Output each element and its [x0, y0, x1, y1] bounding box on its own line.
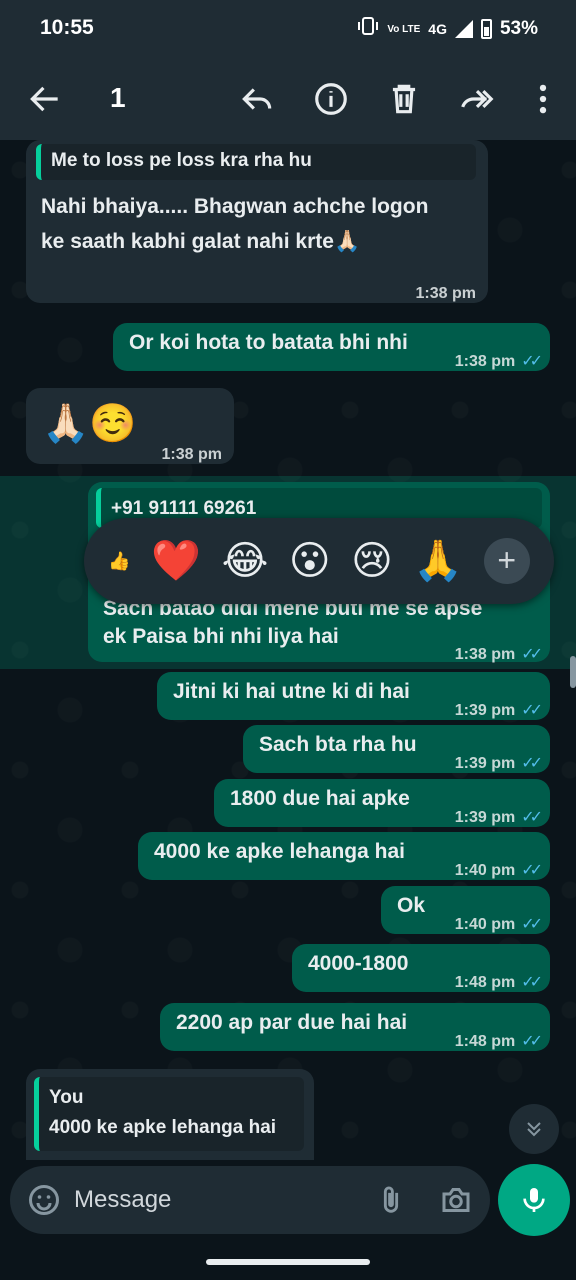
delete-icon[interactable] — [385, 80, 423, 118]
volte-icon: Vo LTE — [387, 23, 421, 35]
attach-icon[interactable] — [374, 1182, 408, 1218]
reaction-heart[interactable]: ❤️ — [151, 536, 201, 586]
message-time: 1:39 pm — [454, 809, 516, 826]
message-meta: 1:39 pm ✓✓ — [454, 747, 543, 781]
message-time: 1:40 pm — [454, 862, 516, 879]
message-text: ek Paisa bhi nhi liya hai — [103, 625, 339, 648]
message-composer — [10, 1166, 490, 1234]
message-bubble-incoming[interactable]: Me to loss pe loss kra rha hu Nahi bhaiy… — [26, 140, 488, 303]
reaction-thumbs-up[interactable]: 👍 — [108, 536, 130, 586]
read-ticks-icon: ✓✓ — [521, 702, 543, 719]
message-bubble-outgoing[interactable]: Sach bta rha hu 1:39 pm ✓✓ — [243, 725, 550, 773]
more-vert-icon[interactable] — [524, 80, 562, 118]
gesture-nav-bar[interactable] — [206, 1259, 370, 1265]
vibrate-icon — [357, 16, 379, 42]
quoted-message[interactable]: Me to loss pe loss kra rha hu — [36, 144, 476, 180]
message-meta: 1:48 pm ✓✓ — [454, 1025, 543, 1059]
message-time: 1:48 pm — [454, 1033, 516, 1050]
read-ticks-icon: ✓✓ — [521, 755, 543, 772]
message-time: 1:39 pm — [454, 702, 516, 719]
message-text: Jitni ki hai utne ki di hai — [173, 680, 410, 703]
reply-preview-sender: You — [49, 1087, 84, 1108]
message-meta: 1:38 pm ✓✓ — [454, 345, 543, 379]
reaction-folded-hands[interactable]: 🙏 — [413, 536, 463, 586]
message-text: Sach bta rha hu — [259, 733, 417, 756]
message-text: 1800 due hai apke — [230, 787, 410, 810]
read-ticks-icon: ✓✓ — [521, 646, 543, 663]
message-text: Nahi bhaiya..... Bhagwan achche logon — [41, 195, 429, 218]
reaction-more-button[interactable]: + — [483, 538, 530, 584]
message-meta: 1:40 pm ✓✓ — [454, 854, 543, 888]
message-text: 4000 ke apke lehanga hai — [154, 840, 405, 863]
selection-toolbar: 1 — [0, 58, 576, 140]
message-text: 2200 ap par due hai hai — [176, 1011, 408, 1034]
read-ticks-icon: ✓✓ — [521, 353, 543, 370]
scrollbar-thumb[interactable] — [570, 656, 576, 688]
message-input[interactable] — [74, 1180, 354, 1220]
message-meta: 1:39 pm ✓✓ — [454, 801, 543, 835]
message-time: 1:38 pm — [454, 646, 516, 663]
network-type: 4G — [428, 21, 447, 37]
status-time: 10:55 — [40, 16, 94, 39]
reply-preview[interactable]: You 4000 ke apke lehanga hai — [26, 1069, 314, 1160]
status-icons: Vo LTE 4G 53% — [357, 16, 538, 42]
message-meta: 1:38 pm ✓✓ — [454, 638, 543, 672]
message-bubble-outgoing[interactable]: 4000-1800 1:48 pm ✓✓ — [292, 944, 550, 992]
info-icon[interactable] — [312, 80, 350, 118]
message-text: 4000-1800 — [308, 952, 409, 975]
scroll-down-icon[interactable] — [509, 1104, 559, 1154]
message-text: ke saath kabhi galat nahi krte🙏🏻 — [41, 230, 361, 253]
mic-icon[interactable] — [498, 1164, 570, 1236]
message-bubble-outgoing[interactable]: 1800 due hai apke 1:39 pm ✓✓ — [214, 779, 550, 827]
message-time: 1:38 pm — [454, 353, 516, 370]
message-bubble-incoming[interactable]: 🙏🏻☺️ 1:38 pm — [26, 388, 234, 464]
message-time: 1:38 pm — [161, 446, 222, 463]
message-bubble-outgoing[interactable]: 2200 ap par due hai hai 1:48 pm ✓✓ — [160, 1003, 550, 1051]
message-bubble-outgoing[interactable]: Jitni ki hai utne ki di hai 1:39 pm ✓✓ — [157, 672, 550, 720]
message-meta: 1:40 pm ✓✓ — [454, 908, 543, 942]
back-arrow-icon[interactable] — [26, 80, 64, 118]
read-ticks-icon: ✓✓ — [521, 862, 543, 879]
message-meta: 1:39 pm ✓✓ — [454, 694, 543, 728]
read-ticks-icon: ✓✓ — [521, 1033, 543, 1050]
forward-icon[interactable] — [458, 80, 496, 118]
read-ticks-icon: ✓✓ — [521, 809, 543, 826]
reply-icon[interactable] — [238, 80, 276, 118]
message-time: 1:38 pm — [415, 285, 476, 302]
battery-percent: 53% — [499, 18, 538, 39]
selected-count: 1 — [110, 82, 126, 113]
status-bar: 10:55 Vo LTE 4G 53% — [0, 0, 576, 58]
message-text: Or koi hota to batata bhi nhi — [129, 331, 408, 354]
message-text: 🙏🏻☺️ — [42, 403, 137, 445]
reaction-surprised[interactable]: 😮 — [289, 536, 331, 586]
signal-icon — [454, 20, 473, 38]
message-bubble-outgoing[interactable]: Ok 1:40 pm ✓✓ — [381, 886, 550, 934]
read-ticks-icon: ✓✓ — [521, 916, 543, 933]
reply-preview-text: 4000 ke apke lehanga hai — [49, 1117, 277, 1138]
reaction-laughing[interactable]: 😂 — [222, 536, 269, 586]
chat-area[interactable]: Me to loss pe loss kra rha hu Nahi bhaiy… — [0, 140, 576, 1160]
emoji-icon[interactable] — [26, 1182, 62, 1218]
read-ticks-icon: ✓✓ — [521, 974, 543, 991]
reaction-picker: 👍 ❤️ 😂 😮 😢 🙏 + — [84, 518, 554, 604]
message-bubble-outgoing[interactable]: 4000 ke apke lehanga hai 1:40 pm ✓✓ — [138, 832, 550, 880]
message-time: 1:39 pm — [454, 755, 516, 772]
camera-icon[interactable] — [438, 1182, 474, 1218]
message-meta: 1:48 pm ✓✓ — [454, 966, 543, 1000]
battery-icon — [480, 19, 492, 39]
message-time: 1:48 pm — [454, 974, 516, 991]
message-text: Ok — [397, 894, 426, 917]
reply-preview-quote: You 4000 ke apke lehanga hai — [34, 1077, 304, 1151]
message-bubble-outgoing[interactable]: Or koi hota to batata bhi nhi 1:38 pm ✓✓ — [113, 323, 550, 371]
reaction-crying[interactable]: 😢 — [351, 536, 393, 586]
message-time: 1:40 pm — [454, 916, 516, 933]
